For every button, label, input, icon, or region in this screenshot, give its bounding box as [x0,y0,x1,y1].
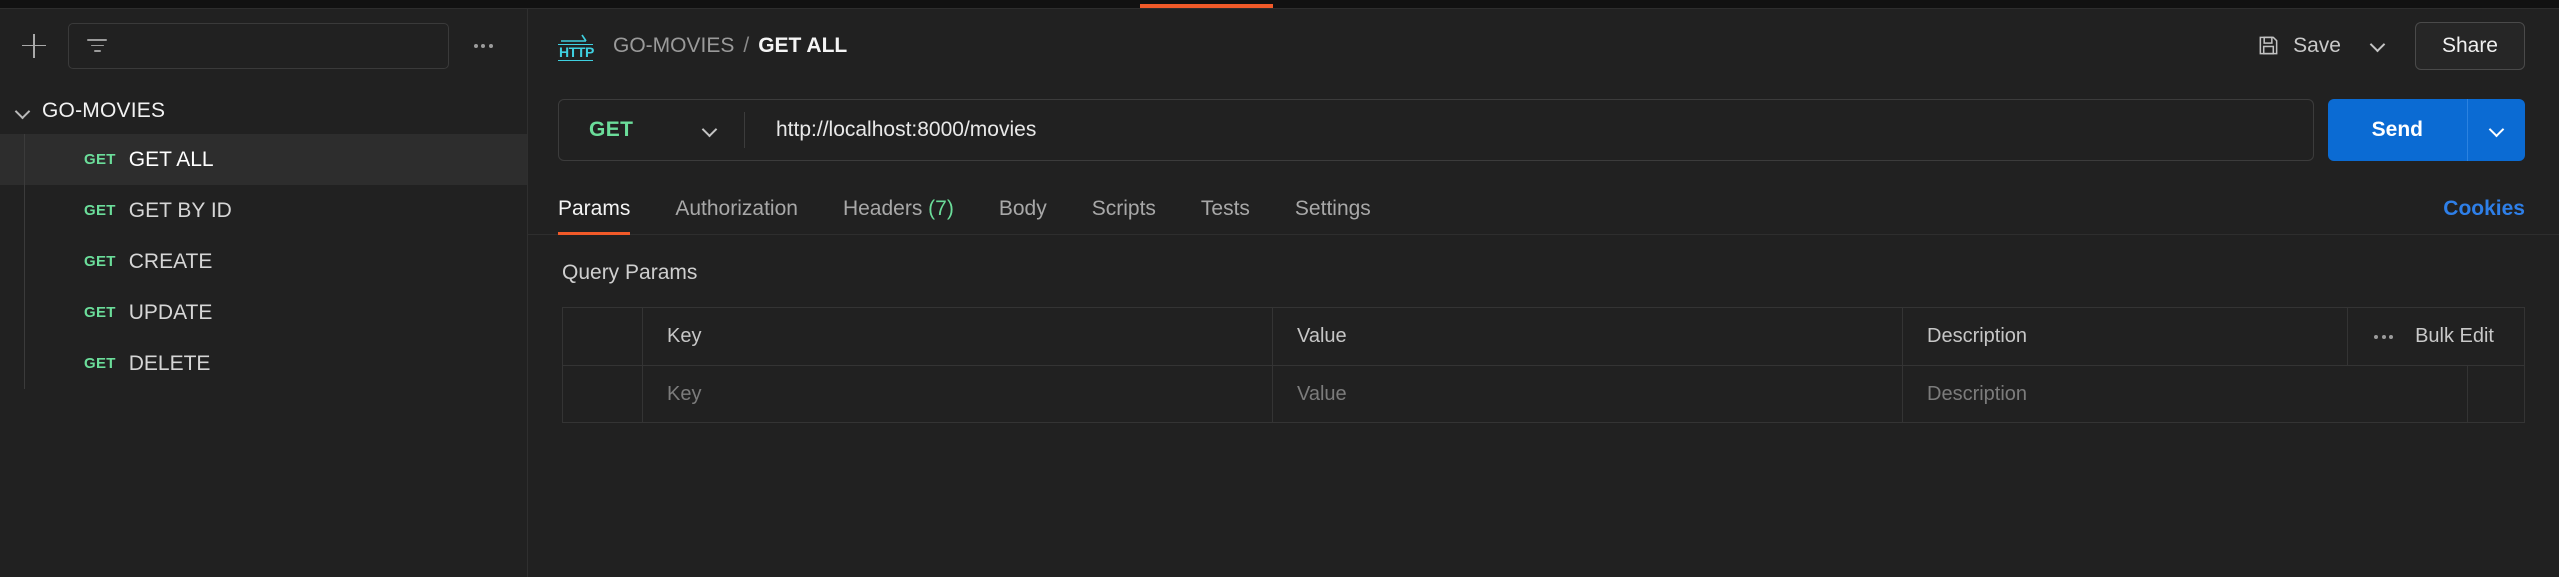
share-button[interactable]: Share [2414,21,2525,70]
share-label: Share [2441,33,2498,57]
tab-label: Settings [1294,197,1371,220]
window-tab-strip [0,0,2559,9]
chevron-down-icon [2490,124,2503,137]
column-header-key: Key [643,308,1273,365]
breadcrumb-separator: / [743,33,750,57]
tab-label: Params [558,197,631,220]
method-select[interactable]: GET [559,100,744,160]
send-group: Send [2327,99,2525,161]
funnel-icon [86,37,108,55]
sidebar-request-create[interactable]: GET CREATE [0,236,527,287]
column-header-value: Value [1273,308,1903,365]
plus-icon [22,33,46,58]
send-options-button[interactable] [2467,99,2525,161]
table-actions: Bulk Edit [2348,308,2524,365]
kebab-icon[interactable] [2374,334,2394,339]
tab-headers-count: (7) [928,197,954,220]
tab-settings[interactable]: Settings [1295,197,1371,234]
request-method-badge: GET [84,202,116,219]
request-method-badge: GET [84,355,116,372]
breadcrumb-current: GET ALL [758,33,848,57]
workspace-body: GO-MOVIES GET GET ALL GET GET BY ID GET … [0,9,2559,577]
breadcrumb-parent[interactable]: GO-MOVIES [613,34,734,58]
cookies-link[interactable]: Cookies [2443,197,2525,234]
collection-tree: GO-MOVIES GET GET ALL GET GET BY ID GET … [0,82,527,577]
request-method-badge: GET [84,253,116,270]
send-label: Send [2371,118,2423,141]
sidebar-filter-button[interactable] [68,22,449,69]
row-value-input[interactable]: Value [1273,366,1903,422]
tab-label: Authorization [675,197,798,220]
tab-headers[interactable]: Headers (7) [843,197,954,234]
sidebar-request-get-all[interactable]: GET GET ALL [0,134,527,185]
request-tabs: Params Authorization Headers (7) Body Sc… [528,189,2559,235]
tab-authorization[interactable]: Authorization [675,197,798,234]
sidebar-request-delete[interactable]: GET DELETE [0,338,527,389]
tab-scripts[interactable]: Scripts [1092,197,1156,234]
request-name: DELETE [128,351,211,375]
url-field-group: GET http://localhost:8000/movies [558,99,2314,161]
sidebar-more-button[interactable] [461,24,505,68]
header-actions: Save Share [2247,21,2525,70]
request-name: UPDATE [128,300,213,324]
tab-label: Headers [842,197,923,220]
breadcrumb-bar: HTTP GO-MOVIES / GET ALL Save Share [528,9,2559,82]
sidebar-request-update[interactable]: GET UPDATE [0,287,527,338]
postman-window: GO-MOVIES GET GET ALL GET GET BY ID GET … [0,0,2559,577]
request-list: GET GET ALL GET GET BY ID GET CREATE GET… [0,134,527,389]
request-name: CREATE [128,249,213,273]
column-header-description: Description [1903,308,2349,365]
tab-body[interactable]: Body [999,197,1047,234]
table-row[interactable]: Key Value Description [563,365,2524,422]
chevron-down-icon [14,102,32,120]
tab-strip-divider [0,8,2559,9]
http-arrow-icon [561,34,587,42]
url-input[interactable]: http://localhost:8000/movies [745,118,2313,142]
sidebar-request-get-by-id[interactable]: GET GET BY ID [0,185,527,236]
request-method-badge: GET [84,304,116,321]
save-label: Save [2293,33,2341,57]
tab-label: Body [998,197,1047,220]
row-key-input[interactable]: Key [643,366,1273,422]
row-actions [2468,366,2524,422]
table-header-row: Key Value Description Bulk Edit [563,308,2524,365]
query-params-title: Query Params [562,261,698,284]
bulk-edit-button[interactable]: Bulk Edit [2415,325,2494,348]
chevron-down-icon [703,124,716,137]
tab-label: Tests [1200,197,1250,220]
method-label: GET [589,118,634,141]
chevron-down-icon [2371,39,2384,52]
row-checkbox-cell[interactable] [563,366,643,422]
query-params-table-inner: Key Value Description Bulk Edit Key Valu… [562,308,2525,422]
select-all-cell[interactable] [563,308,643,365]
tab-tests[interactable]: Tests [1201,197,1250,234]
tab-label: Scripts [1091,197,1156,220]
new-item-button[interactable] [12,24,56,68]
sidebar: GO-MOVIES GET GET ALL GET GET BY ID GET … [0,9,528,577]
collection-row-go-movies[interactable]: GO-MOVIES [0,88,527,134]
floppy-disk-icon [2257,34,2280,57]
save-options-button[interactable] [2355,25,2401,67]
sidebar-toolbar [0,9,527,82]
main-pane: HTTP GO-MOVIES / GET ALL Save Share GET … [528,9,2559,577]
kebab-icon [473,43,493,48]
http-label: HTTP [558,43,594,61]
url-bar: GET http://localhost:8000/movies Send [528,99,2559,161]
tab-params[interactable]: Params [558,197,631,235]
request-name: GET ALL [128,147,214,171]
request-name: GET BY ID [128,198,232,222]
query-params-table: Key Value Description Bulk Edit Key Valu… [562,307,2525,423]
column-header-description-label: Description [1927,325,2028,347]
request-method-badge: GET [84,151,116,168]
http-icon: HTTP [558,31,594,61]
row-description-input[interactable]: Description [1903,366,2468,422]
save-button[interactable]: Save [2247,25,2355,67]
collection-name: GO-MOVIES [42,99,166,122]
send-button[interactable]: Send [2327,99,2467,161]
